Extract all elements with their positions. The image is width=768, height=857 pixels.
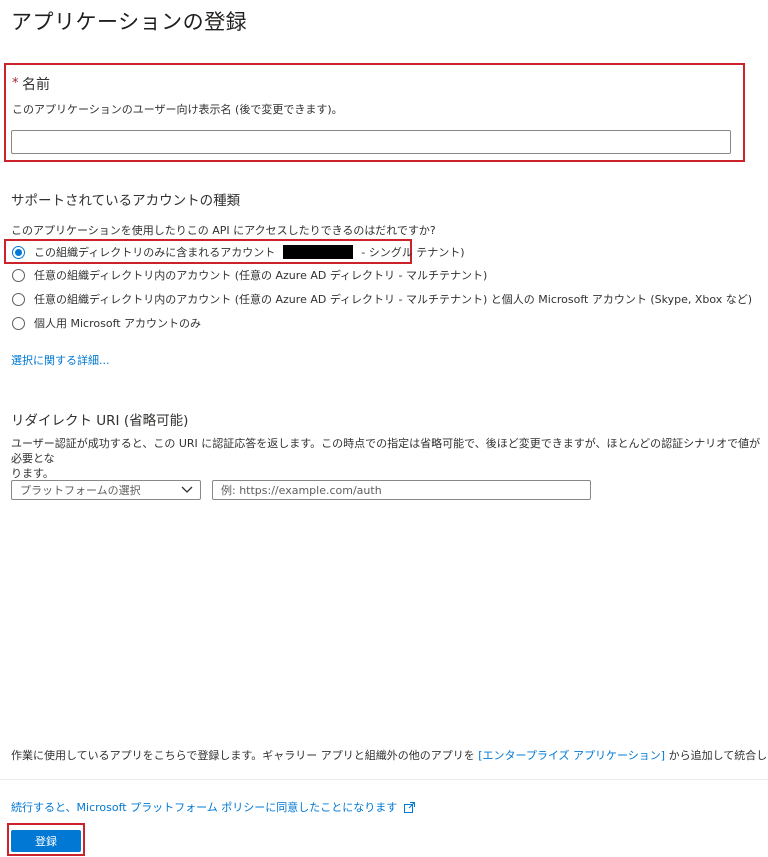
account-option-label: この組織ディレクトリのみに含まれるアカウント (34, 246, 276, 259)
radio-selected-icon[interactable] (12, 245, 25, 259)
account-option-multi-tenant-personal[interactable]: 任意の組織ディレクトリ内のアカウント (任意の Azure AD ディレクトリ … (12, 290, 752, 308)
name-label: 名前 (22, 77, 50, 93)
radio-icon[interactable] (12, 292, 25, 306)
external-link-icon (404, 801, 416, 813)
redirect-uri-heading: リダイレクト URI (省略可能) (11, 413, 189, 429)
redirect-uri-description-line: ります。 (11, 467, 54, 480)
account-option-label: 個人用 Microsoft アカウントのみ (34, 317, 202, 330)
redirect-uri-description-line: ユーザー認証が成功すると、この URI に認証応答を返します。この時点での指定は… (11, 437, 761, 465)
redirect-uri-input[interactable]: 例: https://example.com/auth (212, 480, 591, 500)
page-title: アプリケーションの登録 (11, 10, 248, 34)
account-types-heading: サポートされているアカウントの種類 (11, 193, 241, 209)
platform-policy-text: 続行すると、Microsoft プラットフォーム ポリシーに同意したことになりま… (11, 801, 398, 814)
name-input[interactable] (11, 130, 731, 154)
selection-details-link[interactable]: 選択に関する詳細... (11, 352, 110, 368)
account-option-single-tenant[interactable]: この組織ディレクトリのみに含まれるアカウント - シングル テナント) (12, 243, 465, 261)
redirect-uri-placeholder: 例: https://example.com/auth (221, 484, 382, 497)
platform-select-placeholder: プラットフォームの選択 (20, 484, 141, 497)
account-option-label: 任意の組織ディレクトリ内のアカウント (任意の Azure AD ディレクトリ … (34, 269, 488, 282)
account-option-multi-tenant[interactable]: 任意の組織ディレクトリ内のアカウント (任意の Azure AD ディレクトリ … (12, 266, 487, 284)
platform-select[interactable]: プラットフォームの選択 (11, 480, 201, 500)
chevron-down-icon (181, 486, 193, 493)
more-options-button[interactable]: ··· (222, 10, 236, 24)
enterprise-apps-note: 作業に使用しているアプリをこちらで登録します。ギャラリー アプリと組織外の他のア… (11, 747, 768, 763)
radio-icon[interactable] (12, 316, 25, 330)
radio-icon[interactable] (12, 268, 25, 282)
redacted-tenant-name (283, 245, 354, 259)
note-text: 作業に使用しているアプリをこちらで登録します。ギャラリー アプリと組織外の他のア… (11, 749, 479, 762)
redirect-uri-description: ユーザー認証が成功すると、この URI に認証応答を返します。この時点での指定は… (11, 436, 761, 481)
account-option-suffix: - シングル テナント) (361, 246, 465, 259)
account-option-personal-only[interactable]: 個人用 Microsoft アカウントのみ (12, 314, 201, 332)
note-text: から追加して統合します。 (668, 749, 768, 762)
register-button[interactable]: 登録 (11, 830, 81, 852)
footer-divider (0, 779, 768, 780)
required-marker: * (12, 76, 19, 91)
platform-policy-link[interactable]: 続行すると、Microsoft プラットフォーム ポリシーに同意したことになりま… (11, 799, 416, 815)
account-option-label: 任意の組織ディレクトリ内のアカウント (任意の Azure AD ディレクトリ … (34, 293, 753, 306)
enterprise-apps-link[interactable]: [エンタープライズ アプリケーション] (478, 749, 665, 762)
name-description: このアプリケーションのユーザー向け表示名 (後で変更できます)。 (12, 103, 343, 116)
account-types-question: このアプリケーションを使用したりこの API にアクセスしたりできるのはだれです… (11, 224, 436, 237)
